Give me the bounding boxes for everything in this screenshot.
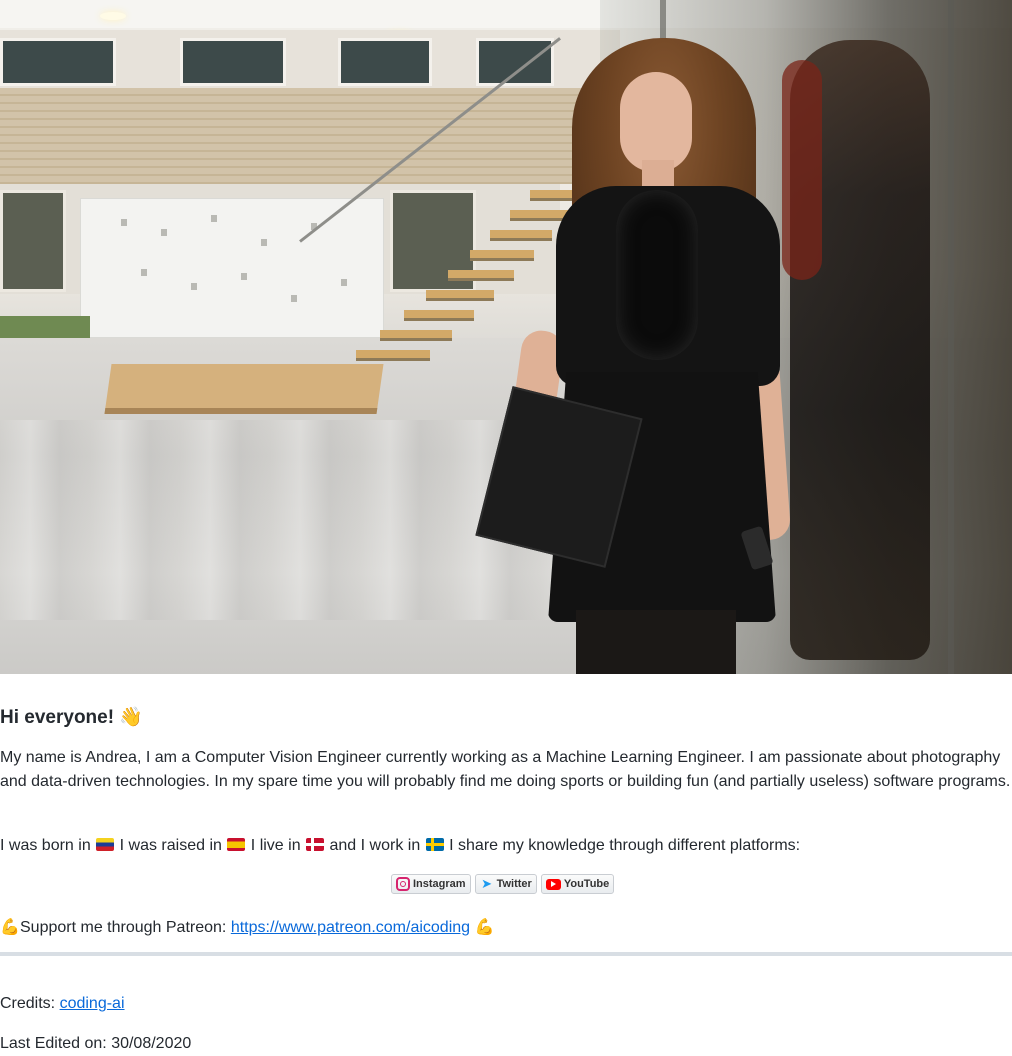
credits-label: Credits: <box>0 995 56 1012</box>
work-text: and I work in <box>329 837 421 854</box>
reflection-hair <box>782 60 822 280</box>
upper-window <box>0 38 116 86</box>
born-text: I was born in <box>0 837 91 854</box>
plants <box>0 316 90 338</box>
raised-text: I was raised in <box>119 837 222 854</box>
bench <box>104 364 384 414</box>
origin-paragraph: I was born in I was raised in I live in … <box>0 834 800 858</box>
patreon-link[interactable]: https://www.patreon.com/aicoding <box>231 919 470 936</box>
instagram-label: Instagram <box>413 878 466 890</box>
lower-window <box>0 190 66 292</box>
patreon-label: Support me through Patreon: <box>20 919 227 936</box>
profile-photo <box>0 0 1012 674</box>
twitter-label: Twitter <box>496 878 532 890</box>
credits-link[interactable]: coding-ai <box>60 995 125 1012</box>
greeting-text: Hi everyone! <box>0 707 115 728</box>
face <box>620 72 692 172</box>
waving-hand-icon: 👋 <box>119 707 143 728</box>
youtube-label: YouTube <box>563 878 610 890</box>
live-text: I live in <box>250 837 301 854</box>
floor-reflection <box>0 420 560 620</box>
glass-frame <box>948 0 954 674</box>
ceiling-lamp <box>100 12 126 20</box>
dress-ruffle <box>616 190 698 360</box>
venezuela-flag-icon <box>96 838 115 851</box>
twitter-badge[interactable]: ➤ Twitter <box>474 874 537 894</box>
instagram-icon <box>396 877 410 891</box>
wood-paneling <box>0 88 610 184</box>
denmark-flag-icon <box>306 838 325 851</box>
youtube-badge[interactable]: YouTube <box>540 874 615 894</box>
legs <box>576 610 736 674</box>
greeting-heading: Hi everyone! 👋 <box>0 706 143 730</box>
last-edited: Last Edited on: 30/08/2020 <box>0 1035 192 1052</box>
share-text: I share my knowledge through different p… <box>449 837 801 854</box>
upper-window <box>180 38 286 86</box>
spain-flag-icon <box>227 838 246 851</box>
flexed-biceps-icon: 💪 <box>0 919 20 936</box>
credits-paragraph: Credits: coding-ai <box>0 992 125 1016</box>
sweden-flag-icon <box>425 838 444 851</box>
upper-window <box>476 38 554 86</box>
divider <box>0 952 1012 956</box>
instagram-badge[interactable]: Instagram <box>391 874 471 894</box>
bio-paragraph: My name is Andrea, I am a Computer Visio… <box>0 749 1011 790</box>
twitter-icon: ➤ <box>481 876 493 891</box>
youtube-icon <box>545 878 561 890</box>
patreon-paragraph: 💪Support me through Patreon: https://www… <box>0 916 495 940</box>
upper-window <box>338 38 432 86</box>
flexed-biceps-icon: 💪 <box>474 919 495 936</box>
social-badges: Instagram ➤ Twitter YouTube <box>391 874 615 894</box>
